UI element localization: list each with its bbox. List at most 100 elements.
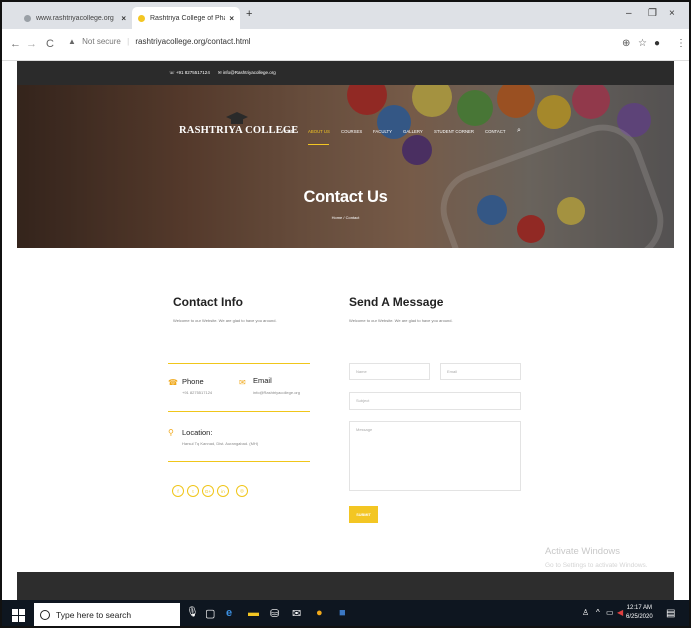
globe-icon [24,14,31,22]
nav-gallery[interactable]: GALLERY [403,129,423,134]
browser-tab-bar: www.rashtriyacollege.org × Rashtriya Col… [2,2,689,29]
minimize-button[interactable]: – [626,8,632,19]
topbar-email: info@Rashtriyacollege.org [222,70,276,75]
location-label: Location: [182,428,213,437]
file-explorer-icon[interactable]: ▬ [248,607,259,619]
location-value: Harsul Tq Kannad, Dist. Aurangabad. (MH) [182,441,259,446]
nav-contact[interactable]: CONTACT [485,129,505,134]
clock-time: 12:17 AM [626,605,653,611]
site-favicon-icon [138,14,145,22]
tab-label: Rashtriya College of Pharmacy [150,14,225,22]
notifications-icon[interactable]: ▤ [666,608,675,619]
activate-windows-subtext: Go to Settings to activate Windows. [545,562,648,569]
divider [168,363,310,364]
browser-menu-icon[interactable]: ⋮ [676,38,686,49]
address-separator: | [127,37,130,46]
page-title: Contact Us [303,188,388,206]
close-tab-icon[interactable]: × [229,14,234,23]
close-window-button[interactable]: × [669,8,675,19]
contact-section: Contact Info Welcome to our Website. We … [17,248,674,572]
phone-value: +91 8275517124 [182,390,213,395]
search-icon[interactable]: ⌕ [517,127,521,135]
taskbar-search-box[interactable]: Type here to search [34,603,180,626]
site-logo[interactable]: RASHTRIYA COLLEGE [179,112,299,136]
email-label: Email [253,376,272,385]
address-bar: ← → C ▲ Not secure | rashtriyacollege.or… [2,29,689,61]
word-icon[interactable]: ■ [339,607,346,619]
contact-info-intro: Welcome to our Website. We are glad to h… [173,318,277,323]
site-email[interactable]: ✉ info@Rashtriyacollege.org [218,70,276,76]
new-tab-button[interactable]: + [246,8,252,20]
instagram-icon[interactable]: ◎ [236,485,248,497]
submit-button[interactable]: SUBMIT [349,506,378,523]
clock-date: 6/25/2020 [626,614,653,620]
taskbar-clock[interactable]: 12:17 AM 6/25/2020 [626,604,653,622]
subject-input[interactable]: Subject [349,392,521,410]
forward-button[interactable]: → [26,38,37,50]
volume-icon[interactable]: ◀ [617,608,623,617]
active-nav-underline [308,144,329,145]
phone-label: Phone [182,377,204,386]
show-hidden-icons[interactable]: ^ [596,608,600,617]
linkedin-icon[interactable]: in [217,485,229,497]
twitter-icon[interactable]: t [187,485,199,497]
url-field[interactable]: ▲ Not secure | rashtriyacollege.org/cont… [68,37,251,46]
taskbar-search-placeholder: Type here to search [56,610,132,620]
site-footer [17,572,674,600]
google-plus-icon[interactable]: G+ [202,485,214,497]
cortana-icon [40,610,50,620]
email-value[interactable]: info@Rashtriyacollege.org [253,390,300,395]
facebook-icon[interactable]: f [172,485,184,497]
chrome-icon[interactable]: ● [316,607,323,619]
tab-rashtriyacollege[interactable]: www.rashtriyacollege.org × [18,7,132,29]
divider [168,411,310,412]
url-text: rashtriyacollege.org/contact.html [135,37,251,46]
reload-button[interactable]: C [46,38,54,50]
graduation-cap-icon [226,112,248,124]
phone-icon: ☎ [168,378,178,387]
maximize-button[interactable]: ❐ [648,8,657,19]
zoom-icon[interactable]: ⊕ [622,38,630,49]
email-input[interactable]: Email [440,363,521,380]
nav-student-corner[interactable]: STUDENT CORNER [434,129,474,134]
hero-banner: RASHTRIYA COLLEGE HOME ABOUT US COURSES … [17,85,674,248]
task-view-icon[interactable]: ▢ [205,607,215,620]
hero-overlay [17,85,674,248]
tab-label: www.rashtriyacollege.org [36,14,114,22]
send-message-title: Send A Message [349,295,444,309]
send-message-intro: Welcome to our Website. We are glad to h… [349,318,453,323]
mail-app-icon[interactable]: ✉ [292,607,301,620]
message-textarea[interactable]: Message [349,421,521,491]
bookmark-star-icon[interactable]: ☆ [638,38,647,49]
logo-text: RASHTRIYA COLLEGE [179,125,299,136]
microphone-icon[interactable]: 🎙 [186,607,199,618]
site-phone: ☏ +91 8275517124 [169,70,210,76]
windows-start-icon[interactable] [12,609,25,622]
not-secure-icon: ▲ [68,37,76,46]
close-tab-icon[interactable]: × [121,14,126,23]
profile-icon[interactable]: ● [654,38,660,49]
name-input[interactable]: Name [349,363,430,380]
divider [168,461,310,462]
nav-about-us[interactable]: ABOUT US [308,129,330,134]
topbar-phone: +91 8275517124 [175,70,210,75]
network-icon[interactable]: ▭ [606,608,614,617]
location-icon: ⚲ [168,428,174,437]
site-topbar: ☏ +91 8275517124 ✉ info@Rashtriyacollege… [17,61,674,85]
breadcrumb[interactable]: Home / Contact [17,215,674,220]
windows-taskbar: Type here to search 🎙 ▢ e ▬ ⛁ ✉ ● ■ ♙ ^ … [2,600,689,626]
tab-rashtriya-pharmacy[interactable]: Rashtriya College of Pharmacy × [132,7,240,29]
store-icon[interactable]: ⛁ [270,607,279,620]
phone-icon: ☏ [169,70,175,75]
activate-windows-watermark: Activate Windows [545,546,620,557]
not-secure-label: Not secure [82,37,121,46]
mail-icon: ✉ [217,70,222,75]
back-button[interactable]: ← [10,38,21,50]
nav-home[interactable]: HOME [282,129,295,134]
edge-icon[interactable]: e [226,607,232,619]
email-icon: ✉ [239,378,246,387]
people-icon[interactable]: ♙ [582,608,589,617]
nav-courses[interactable]: COURSES [341,129,362,134]
nav-faculty[interactable]: FACULTY [373,129,392,134]
contact-info-title: Contact Info [173,295,243,309]
